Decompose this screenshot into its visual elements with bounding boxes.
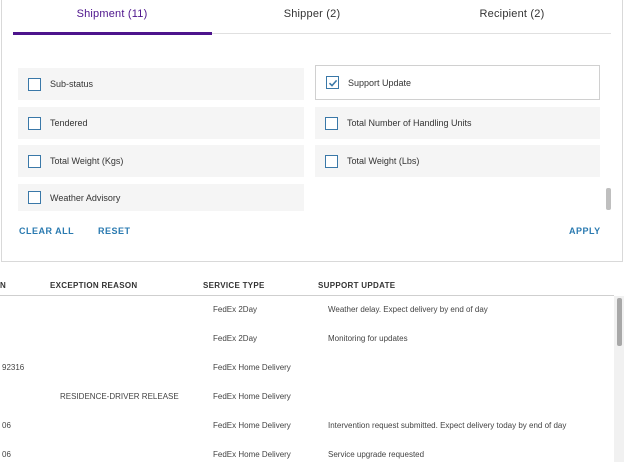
checkbox-icon[interactable]: [28, 116, 41, 130]
column-header-service-type[interactable]: SERVICE TYPE: [203, 281, 265, 290]
table-row[interactable]: RESIDENCE-DRIVER RELEASE FedEx Home Deli…: [0, 383, 614, 412]
table-row[interactable]: 06 FedEx Home Delivery Service upgrade r…: [0, 441, 614, 462]
apply-button[interactable]: APPLY: [569, 226, 601, 236]
tab-bar: Shipment (11) Shipper (2) Recipient (2): [2, 0, 622, 35]
option-label: Total Weight (Kgs): [50, 156, 124, 166]
option-sub-status[interactable]: Sub-status: [18, 68, 304, 100]
option-label: Weather Advisory: [50, 192, 121, 203]
cell-partial: 06: [2, 421, 11, 430]
cell-service-type: FedEx Home Delivery: [213, 392, 291, 401]
tab-shipment[interactable]: Shipment (11): [12, 0, 212, 34]
tab-shipper[interactable]: Shipper (2): [212, 0, 412, 34]
clear-all-button[interactable]: CLEAR ALL: [19, 226, 74, 236]
reset-button[interactable]: RESET: [98, 226, 131, 236]
cell-service-type: FedEx Home Delivery: [213, 363, 291, 372]
column-header-partial[interactable]: N: [0, 281, 6, 290]
table-scrollbar-thumb[interactable]: [617, 298, 622, 346]
checkbox-icon[interactable]: [325, 154, 338, 168]
option-total-handling-units[interactable]: Total Number of Handling Units: [315, 107, 600, 139]
option-label: Support Update: [348, 77, 412, 88]
checkbox-icon[interactable]: [325, 116, 338, 130]
shipments-table: N EXCEPTION REASON SERVICE TYPE SUPPORT …: [0, 262, 624, 462]
cell-service-type: FedEx Home Delivery: [213, 450, 291, 459]
cell-exception-reason: RESIDENCE-DRIVER RELEASE: [60, 392, 179, 401]
checkbox-icon[interactable]: [28, 77, 41, 91]
active-tab-indicator: [13, 32, 212, 35]
cell-partial: 06: [2, 450, 11, 459]
cell-support-update: Intervention request submitted. Expect d…: [328, 421, 567, 430]
option-total-weight-lbs[interactable]: Total Weight (Lbs): [315, 145, 600, 177]
option-support-update[interactable]: Support Update: [315, 65, 600, 100]
cell-service-type: FedEx 2Day: [213, 305, 258, 314]
cell-service-type: FedEx 2Day: [213, 334, 258, 343]
checkbox-checked-icon[interactable]: [326, 76, 339, 89]
table-row[interactable]: FedEx 2Day Monitoring for updates: [0, 325, 614, 354]
option-label: Total Number of Handling Units: [347, 118, 472, 128]
option-label: Total Weight (Lbs): [347, 156, 420, 166]
cell-support-update: Service upgrade requested: [328, 450, 425, 459]
column-header-exception-reason[interactable]: EXCEPTION REASON: [50, 281, 137, 290]
option-tendered[interactable]: Tendered: [18, 107, 304, 139]
checkbox-icon[interactable]: [28, 191, 41, 204]
column-chooser-panel: Shipment (11) Shipper (2) Recipient (2) …: [1, 0, 623, 262]
cell-service-type: FedEx Home Delivery: [213, 421, 291, 430]
option-label: Tendered: [50, 118, 88, 128]
option-total-weight-kgs[interactable]: Total Weight (Kgs): [18, 145, 304, 177]
cell-support-update: Weather delay. Expect delivery by end of…: [328, 305, 488, 314]
table-row[interactable]: FedEx 2Day Weather delay. Expect deliver…: [0, 296, 614, 325]
tab-recipient[interactable]: Recipient (2): [412, 0, 612, 34]
options-scrollbar[interactable]: [606, 188, 611, 210]
cell-partial: 92316: [2, 363, 25, 372]
cell-support-update: Monitoring for updates: [328, 334, 408, 343]
option-label: Sub-status: [50, 79, 94, 89]
column-header-support-update[interactable]: SUPPORT UPDATE: [318, 281, 395, 290]
table-row[interactable]: 06 FedEx Home Delivery Intervention requ…: [0, 412, 614, 441]
option-weather-advisory[interactable]: Weather Advisory: [18, 184, 304, 211]
checkbox-icon[interactable]: [28, 154, 41, 168]
table-row[interactable]: 92316 FedEx Home Delivery: [0, 354, 614, 383]
